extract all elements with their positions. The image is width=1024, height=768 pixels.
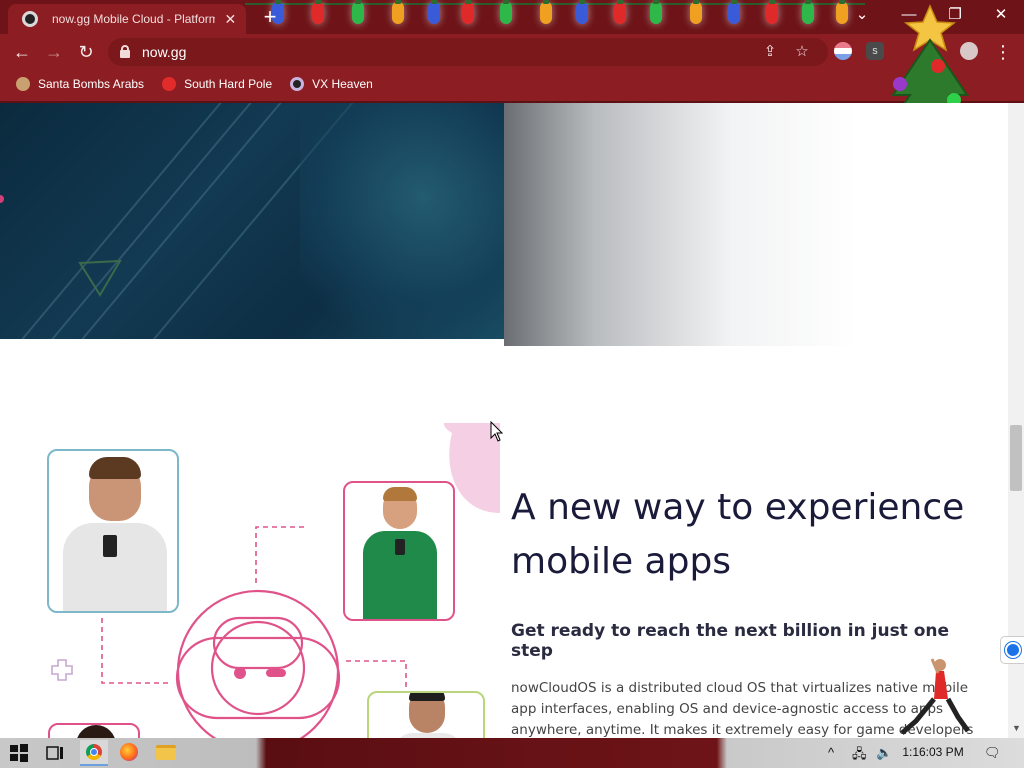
chrome-icon [86,744,102,760]
bookmark-label: VX Heaven [312,77,373,91]
christmas-light [690,0,702,24]
network-icon[interactable]: 🖧 [852,745,867,767]
christmas-light [352,0,364,24]
christmas-light [614,0,626,24]
hero-gradient [504,103,1008,346]
christmas-light [650,0,662,24]
hero-image [0,103,504,339]
bookmark-label: Santa Bombs Arabs [38,77,145,91]
woman-photo [48,723,140,738]
file-explorer-icon[interactable] [156,745,176,760]
forward-button[interactable]: → [41,40,67,64]
eye-icon [290,77,305,91]
task-view-icon[interactable] [44,743,66,763]
share-icon[interactable]: ⇪ [760,42,780,62]
christmas-light [576,0,588,24]
christmas-light [312,0,324,24]
man-with-phone-photo [47,449,179,613]
christmas-light [462,0,474,24]
volume-icon[interactable]: 🔈 [876,745,892,761]
christmas-light [500,0,512,24]
triangle-icon [78,259,122,297]
dancing-figure-icon [900,658,971,735]
tray-overflow-icon[interactable]: ^ [828,745,834,760]
back-button[interactable]: ← [9,40,35,64]
santa-icon [16,77,30,91]
tab-title: now.gg Mobile Cloud - Platform [52,12,215,26]
christmas-light [766,0,778,24]
teamviewer-icon [1005,642,1021,658]
bookmark-vx-heaven[interactable]: VX Heaven [290,77,373,91]
tab-now-gg[interactable]: now.gg Mobile Cloud - Platform ✕ [8,4,246,34]
chrome-taskbar-button[interactable] [80,740,108,766]
lock-icon[interactable] [120,45,130,58]
reload-button[interactable]: ↻ [73,40,99,64]
now-gg-favicon-icon [22,11,38,27]
webpage: A new way to experience mobile apps Get … [0,103,1008,738]
bookmark-santa-bombs-arabs[interactable]: Santa Bombs Arabs [16,77,144,91]
page-headline: A new way to experience mobile apps [511,487,965,582]
christmas-light [802,0,814,24]
christmas-light [392,0,404,24]
man-with-beard-photo [367,691,485,738]
bookmark-south-hard-pole[interactable]: South Hard Pole [162,77,272,91]
mouse-cursor-icon [490,421,504,442]
notification-center-icon[interactable]: 🗨 [984,745,1001,761]
bookmark-star-icon[interactable]: ☆ [792,42,812,62]
windows-taskbar: ^ 🖧 🔈 1:16:03 PM 🗨 [0,738,1024,768]
bookmark-label: South Hard Pole [184,77,273,91]
christmas-light [428,0,440,24]
url-text[interactable]: now.gg [142,44,186,60]
flower-icon [162,77,177,91]
christmas-light [728,0,740,24]
man-in-green-shirt-photo [343,481,455,621]
tab-close-icon[interactable]: ✕ [223,11,238,28]
new-tab-button[interactable]: + [258,6,282,30]
scroll-down-arrow-icon[interactable]: ▼ [1012,723,1021,733]
windows-start-icon[interactable] [8,743,30,763]
teamviewer-widget[interactable] [1000,636,1024,664]
system-clock[interactable]: 1:16:03 PM [900,745,966,759]
scroll-thumb[interactable] [1010,425,1022,491]
christmas-light [540,0,552,24]
address-bar[interactable]: now.gg ⇪ ☆ [108,38,828,66]
firefox-icon[interactable] [120,743,138,761]
